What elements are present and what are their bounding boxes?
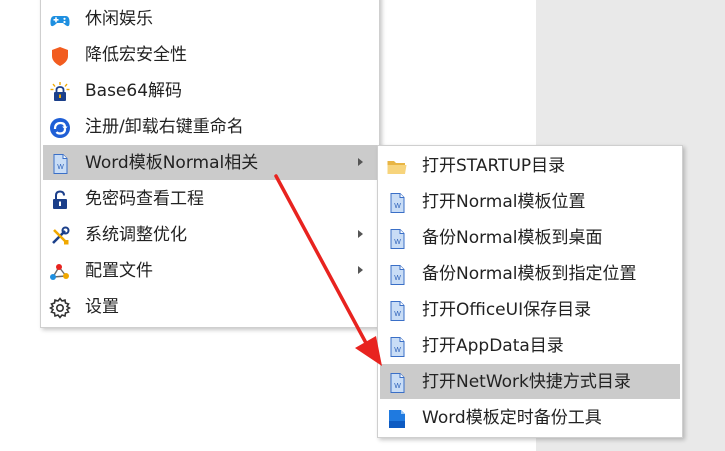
lock-icon [50,82,70,101]
svg-text:W: W [394,383,401,390]
submenu-item-open-officeui-dir[interactable]: W 打开OfficeUI保存目录 [380,292,680,327]
menu-item-label: 降低宏安全性 [85,45,187,65]
menu-item-label: Word模板Normal相关 [85,153,259,173]
svg-text:W: W [394,275,401,282]
menu-item-label: 备份Normal模板到桌面 [422,228,603,248]
svg-text:W: W [394,203,401,210]
menu-item-label: 休闲娱乐 [85,9,153,29]
menu-item-lower-macro-security[interactable]: 降低宏安全性 [43,37,377,72]
submenu-arrow-icon [358,266,363,274]
submenu-item-backup-to-desktop[interactable]: W 备份Normal模板到桌面 [380,220,680,255]
menu-item-entertainment[interactable]: 休闲娱乐 [43,1,377,36]
context-menu-word-normal: 打开STARTUP目录 W 打开Normal模板位置 W 备份Normal模板到… [377,145,683,438]
svg-text:W: W [394,239,401,246]
submenu-arrow-icon [358,230,363,238]
context-menu-main: 休闲娱乐 降低宏安全性 Base64解码 注册/卸载右键重命名 W Word模板… [40,0,380,328]
submenu-item-backup-to-location[interactable]: W 备份Normal模板到指定位置 [380,256,680,291]
shield-icon [52,47,68,66]
menu-item-view-project-no-password[interactable]: 免密码查看工程 [43,181,377,216]
word-doc-icon: W [390,337,405,357]
folder-icon [387,161,407,174]
menu-item-label: 打开STARTUP目录 [422,156,566,176]
submenu-arrow-icon [358,158,363,166]
menu-item-config-file[interactable]: 配置文件 [43,253,377,288]
unlock-icon [53,190,67,209]
word-doc-icon: W [390,301,405,321]
gear-icon [49,297,71,319]
svg-text:W: W [394,311,401,318]
menu-item-label: 注册/卸载右键重命名 [85,117,244,137]
menu-item-label: 打开OfficeUI保存目录 [422,300,592,320]
menu-item-word-normal-template[interactable]: W Word模板Normal相关 [43,145,377,180]
word-doc-icon: W [390,373,405,393]
menu-item-label: 打开Normal模板位置 [422,192,586,212]
submenu-item-open-normal-location[interactable]: W 打开Normal模板位置 [380,184,680,219]
refresh-icon [50,118,70,138]
menu-item-label: 设置 [85,297,119,317]
menu-item-label: Base64解码 [85,81,183,101]
menu-item-label: Word模板定时备份工具 [422,408,602,428]
svg-text:W: W [57,164,64,171]
submenu-item-open-startup[interactable]: 打开STARTUP目录 [380,148,680,183]
submenu-item-open-network-shortcuts[interactable]: W 打开NetWork快捷方式目录 [380,364,680,399]
submenu-item-template-backup-tool[interactable]: Word模板定时备份工具 [380,400,680,435]
word-doc-icon: W [390,229,405,249]
svg-text:W: W [394,347,401,354]
word-doc-icon: W [390,265,405,285]
menu-item-system-optimize[interactable]: 系统调整优化 [43,217,377,252]
tools-icon [52,226,70,245]
menu-item-settings[interactable]: 设置 [43,289,377,324]
menu-item-label: 备份Normal模板到指定位置 [422,264,637,284]
word-doc-icon: W [53,154,68,174]
menu-item-label: 打开AppData目录 [422,336,564,356]
menu-item-register-rename[interactable]: 注册/卸载右键重命名 [43,109,377,144]
network-icon [50,264,69,280]
menu-item-base64-decode[interactable]: Base64解码 [43,73,377,108]
menu-item-label: 系统调整优化 [85,225,187,245]
menu-item-label: 打开NetWork快捷方式目录 [422,372,631,392]
word-doc-icon: W [390,193,405,213]
menu-item-label: 免密码查看工程 [85,189,204,209]
menu-item-label: 配置文件 [85,261,153,281]
blue-file-icon [389,410,405,428]
gamepad-icon [50,16,70,27]
submenu-item-open-appdata-dir[interactable]: W 打开AppData目录 [380,328,680,363]
